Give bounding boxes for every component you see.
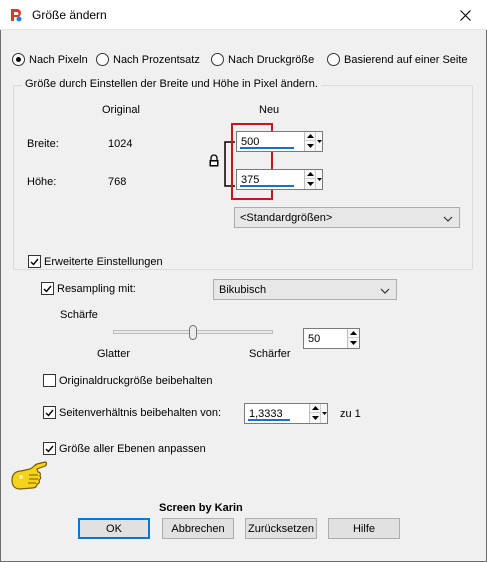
stepper-menu-icon[interactable] (320, 404, 327, 423)
pointing-hand-icon (10, 460, 48, 497)
width-label: Breite: (27, 138, 59, 150)
radio-label: Basierend auf einer Seite (344, 53, 468, 66)
checkmark-icon (45, 409, 54, 417)
value-underline (248, 419, 290, 421)
resampling-checkbox[interactable]: Resampling mit: (41, 282, 136, 295)
width-original-value: 1024 (108, 138, 133, 150)
close-icon (459, 9, 471, 21)
aspect-ratio-stepper[interactable]: 1,3333 (244, 403, 328, 424)
help-button-label: Hilfe (352, 522, 375, 535)
reset-button-label: Zurücksetzen (247, 522, 315, 535)
checkbox-indicator (43, 374, 56, 387)
column-original-header: Original (102, 104, 140, 116)
stepper-arrows (309, 404, 327, 423)
sharpness-value: 50 (308, 333, 321, 345)
checkbox-label: Seitenverhältnis beibehalten von: (59, 406, 222, 419)
radio-indicator (12, 53, 25, 66)
sharpness-stepper[interactable]: 50 (303, 328, 360, 349)
group-legend: Größe durch Einstellen der Breite und Hö… (22, 78, 321, 90)
resize-all-layers-checkbox[interactable]: Größe aller Ebenen anpassen (43, 442, 206, 455)
resampling-method-dropdown[interactable]: Bikubisch (213, 279, 397, 300)
radio-label: Nach Druckgröße (228, 53, 315, 66)
dialog-body: Nach Pixeln Nach Prozentsatz Nach Druckg… (0, 30, 487, 562)
aspect-ratio-suffix: zu 1 (340, 408, 361, 420)
keep-print-size-checkbox[interactable]: Originaldruckgröße beibehalten (43, 374, 212, 387)
radio-label: Nach Pixeln (29, 53, 88, 66)
sharpness-slider-thumb[interactable] (189, 325, 197, 340)
title-bar: Größe ändern (0, 0, 487, 30)
dropdown-value: Bikubisch (219, 284, 267, 296)
sharpness-label: Schärfe (60, 309, 98, 321)
lock-icon[interactable] (208, 154, 220, 170)
checkbox-indicator (43, 406, 56, 419)
radio-indicator (96, 53, 109, 66)
stepper-arrows (304, 132, 322, 151)
value-underline (240, 147, 294, 149)
watermark-text: Screen by Karin (159, 502, 243, 514)
app-icon (8, 7, 24, 23)
checkmark-icon (30, 258, 39, 266)
keep-aspect-ratio-checkbox[interactable]: Seitenverhältnis beibehalten von: (43, 406, 221, 419)
height-new-stepper[interactable]: 375 (236, 169, 323, 190)
stepper-arrows (304, 170, 322, 189)
width-new-stepper[interactable]: 500 (236, 131, 323, 152)
checkmark-icon (45, 445, 54, 453)
stepper-arrows (347, 329, 359, 348)
sharpness-max-label: Schärfer (249, 348, 291, 360)
radio-by-print-size[interactable]: Nach Druckgröße (211, 53, 314, 66)
checkbox-label: Originaldruckgröße beibehalten (59, 374, 213, 387)
checkbox-label: Größe aller Ebenen anpassen (59, 442, 206, 455)
reset-button[interactable]: Zurücksetzen (245, 518, 317, 539)
radio-label: Nach Prozentsatz (113, 53, 200, 66)
preset-size-dropdown[interactable]: <Standardgrößen> (234, 207, 460, 228)
window-title: Größe ändern (32, 8, 107, 22)
close-button[interactable] (443, 0, 487, 30)
ok-button[interactable]: OK (78, 518, 150, 539)
sharpness-min-label: Glatter (97, 348, 131, 360)
stepper-up-icon[interactable] (348, 329, 359, 338)
checkbox-label: Resampling mit: (57, 282, 136, 295)
chevron-down-icon (380, 285, 390, 297)
column-new-header: Neu (259, 104, 280, 116)
radio-by-page[interactable]: Basierend auf einer Seite (327, 53, 468, 66)
radio-by-percent[interactable]: Nach Prozentsatz (96, 53, 200, 66)
dropdown-value: <Standardgrößen> (240, 212, 333, 224)
stepper-menu-icon[interactable] (315, 132, 322, 151)
stepper-menu-icon[interactable] (315, 170, 322, 189)
advanced-settings-checkbox[interactable]: Erweiterte Einstellungen (28, 255, 163, 268)
checkbox-indicator (43, 442, 56, 455)
cancel-button-label: Abbrechen (171, 522, 225, 535)
checkmark-icon (43, 285, 52, 293)
height-label: Höhe: (27, 176, 57, 188)
radio-indicator (327, 53, 340, 66)
checkbox-indicator (41, 282, 54, 295)
value-underline (240, 185, 294, 187)
help-button[interactable]: Hilfe (328, 518, 400, 539)
height-original-value: 768 (108, 176, 127, 188)
checkbox-indicator (28, 255, 41, 268)
chevron-down-icon (443, 213, 453, 225)
radio-by-pixels[interactable]: Nach Pixeln (12, 53, 88, 66)
cancel-button[interactable]: Abbrechen (162, 518, 234, 539)
ok-button-label: OK (106, 522, 122, 535)
radio-indicator (211, 53, 224, 66)
stepper-down-icon[interactable] (348, 338, 359, 347)
checkbox-label: Erweiterte Einstellungen (44, 255, 163, 268)
